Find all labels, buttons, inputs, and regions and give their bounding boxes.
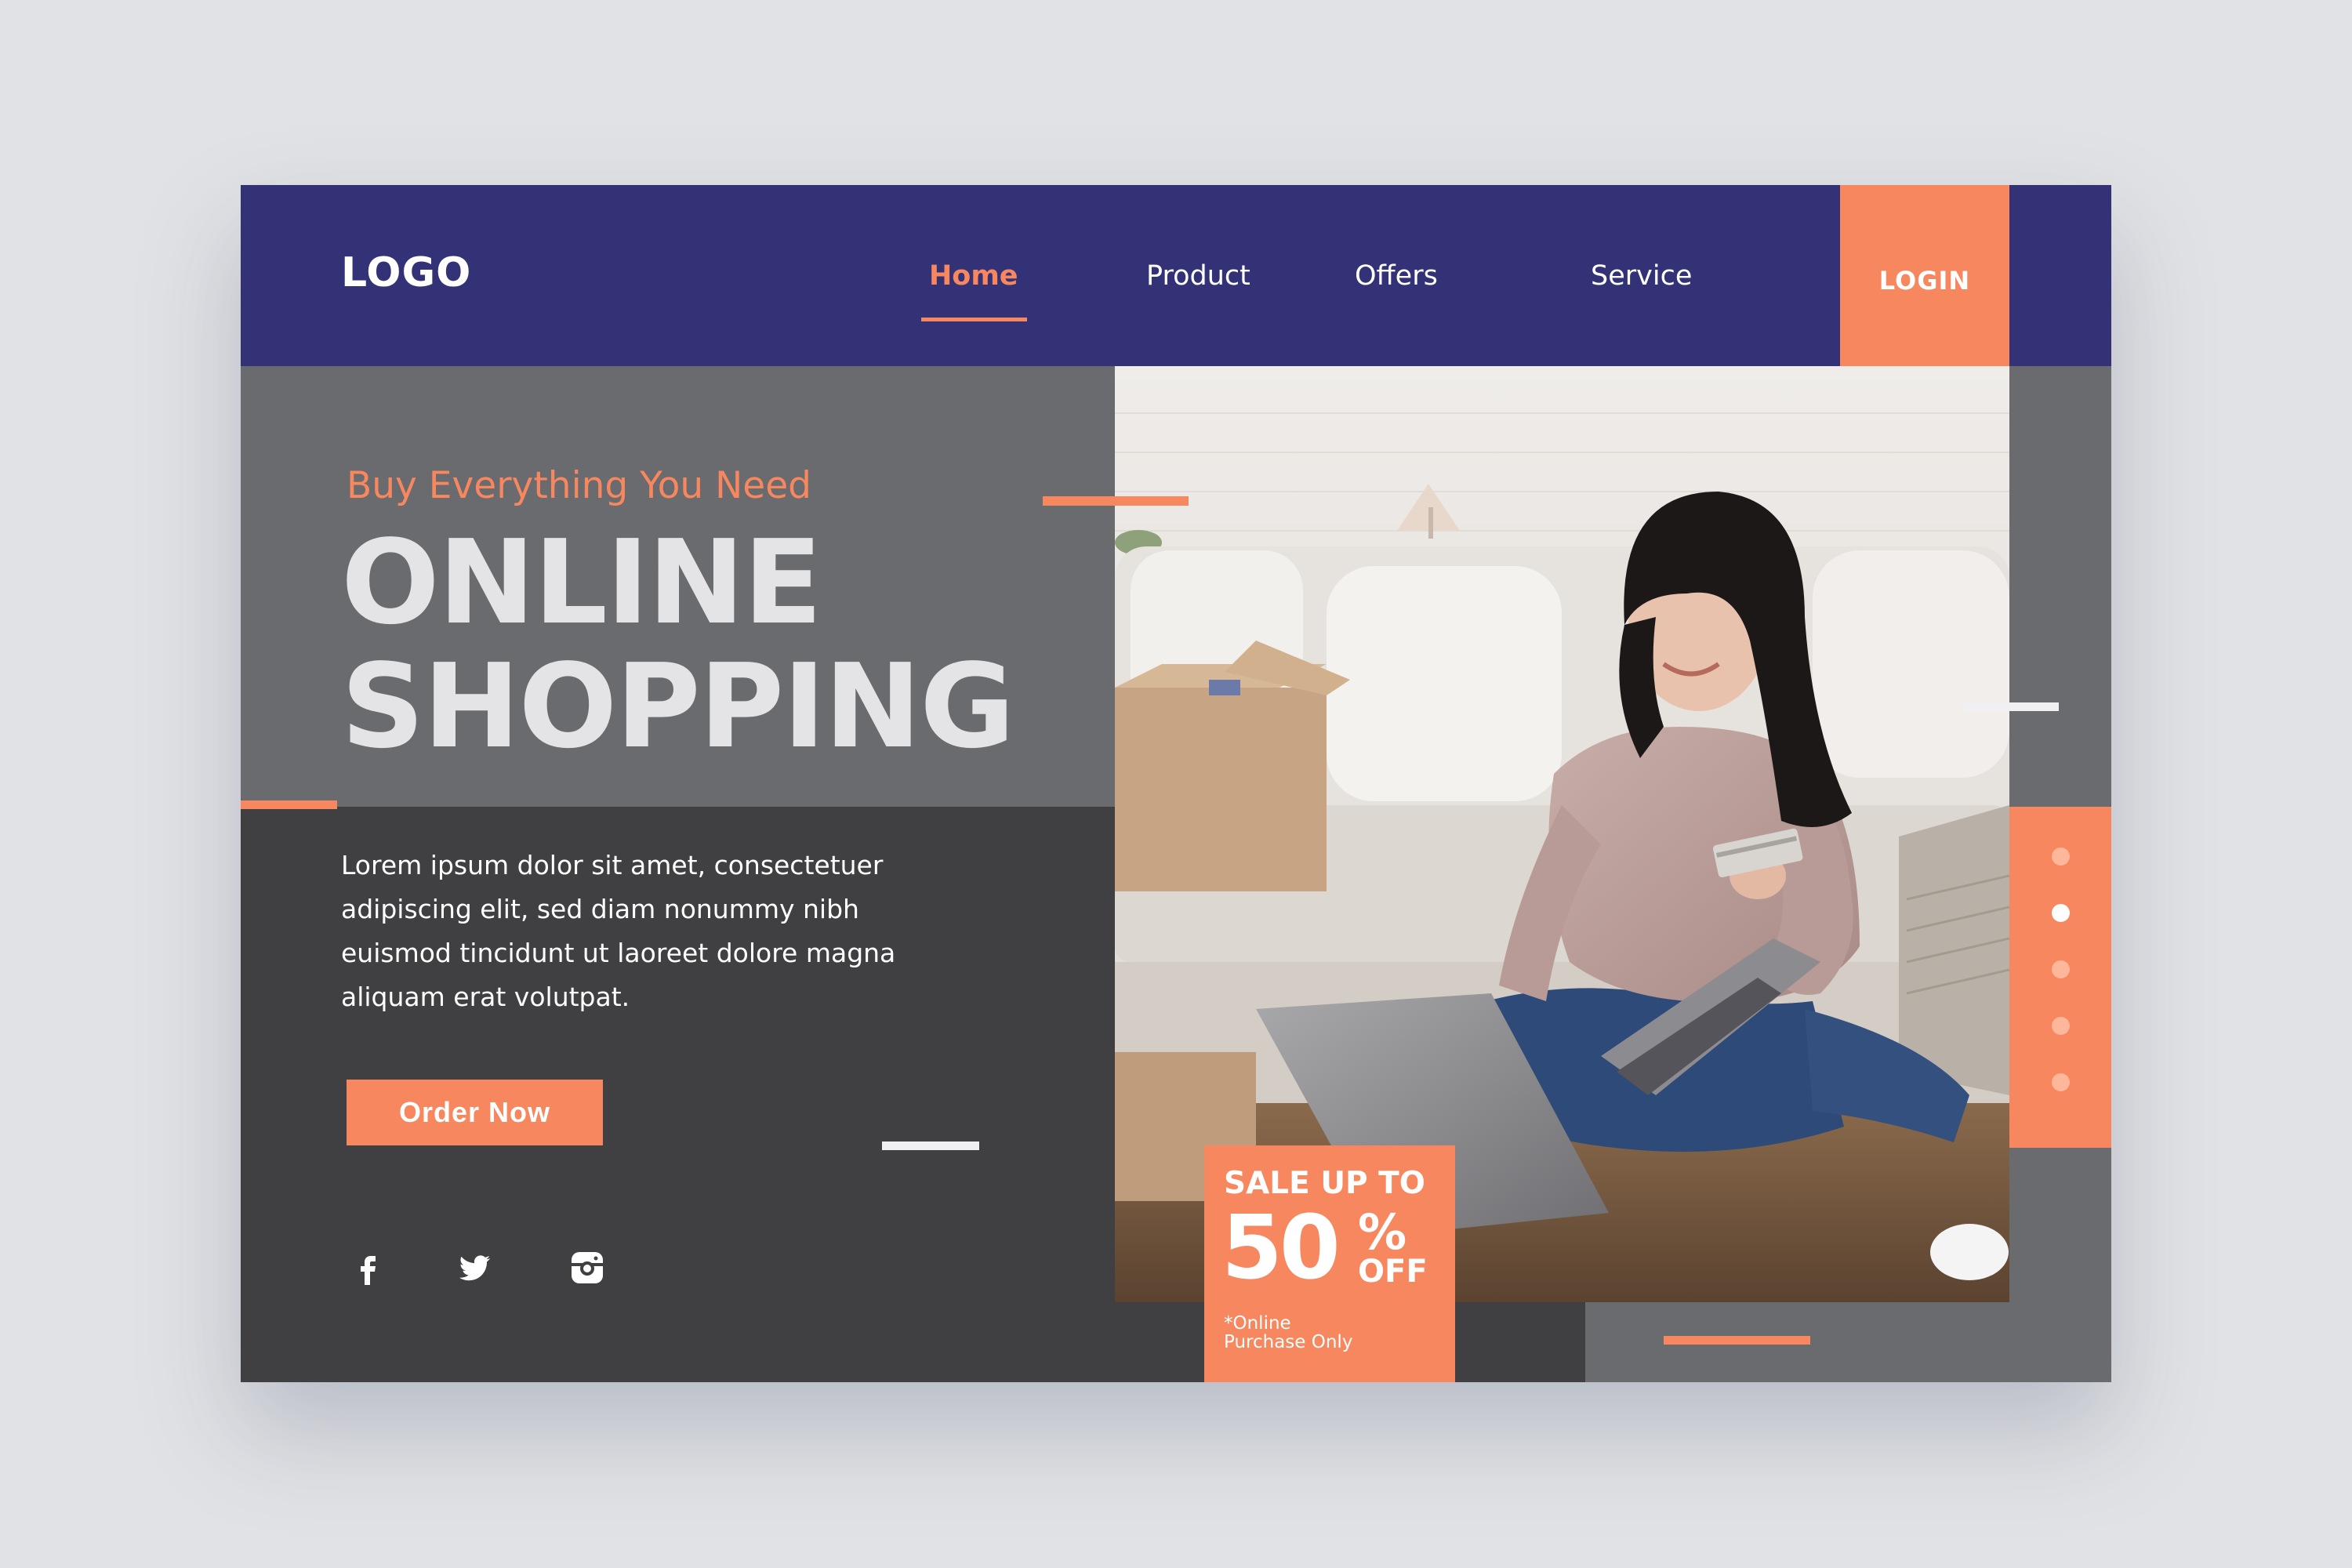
description-line: aliquam erat volutpat. bbox=[341, 982, 630, 1012]
accent-bar bbox=[1962, 702, 2059, 711]
description-line: adipiscing elit, sed diam nonummy nibh bbox=[341, 894, 859, 924]
pager-dot[interactable] bbox=[2052, 848, 2070, 866]
logo[interactable]: LOGO bbox=[341, 249, 471, 296]
hero-title: ONLINE SHOPPING bbox=[341, 515, 1015, 774]
instagram-icon[interactable] bbox=[569, 1250, 605, 1286]
sale-headline: SALE UP TO bbox=[1224, 1166, 1425, 1201]
accent-bar bbox=[241, 800, 337, 809]
nav-item-home[interactable]: Home bbox=[929, 260, 1018, 292]
description-line: Lorem ipsum dolor sit amet, consectetuer bbox=[341, 850, 884, 880]
twitter-icon[interactable] bbox=[457, 1250, 493, 1286]
sale-badge: SALE UP TO 50 % OFF *Online Purchase Onl… bbox=[1204, 1145, 1455, 1382]
hero-title-line1: ONLINE bbox=[341, 515, 822, 650]
pager-dot[interactable] bbox=[2052, 1073, 2070, 1091]
login-button[interactable]: LOGIN bbox=[1840, 185, 2009, 366]
accent-bar bbox=[1043, 496, 1189, 506]
nav-active-underline bbox=[921, 318, 1027, 321]
sale-note-line1: *Online bbox=[1224, 1313, 1291, 1334]
sale-number: 50 bbox=[1221, 1197, 1341, 1299]
nav-item-service[interactable]: Service bbox=[1591, 260, 1692, 292]
pager-dot[interactable] bbox=[2052, 960, 2070, 978]
description-line: euismod tincidunt ut laoreet dolore magn… bbox=[341, 938, 896, 968]
facebook-icon[interactable] bbox=[350, 1250, 387, 1286]
landing-page-card: LOGO Home Product Offers Service LOGIN B… bbox=[241, 185, 2111, 1382]
hero-title-line2: SHOPPING bbox=[341, 639, 1015, 774]
slide-pager bbox=[2009, 807, 2111, 1148]
pager-dot-active[interactable] bbox=[2052, 904, 2070, 922]
accent-bar bbox=[882, 1142, 979, 1150]
hero-subtitle: Buy Everything You Need bbox=[347, 464, 811, 507]
sale-off: OFF bbox=[1358, 1254, 1428, 1290]
pager-dot[interactable] bbox=[2052, 1017, 2070, 1035]
hero-description: Lorem ipsum dolor sit amet, consectetuer… bbox=[341, 844, 960, 1019]
sale-percent: % bbox=[1358, 1203, 1407, 1261]
accent-bar bbox=[1664, 1336, 1810, 1345]
sale-note: *Online Purchase Only bbox=[1224, 1314, 1443, 1352]
nav-item-offers[interactable]: Offers bbox=[1355, 260, 1438, 292]
sale-note-line2: Purchase Only bbox=[1224, 1332, 1353, 1352]
nav-item-product[interactable]: Product bbox=[1146, 260, 1250, 292]
order-now-button[interactable]: Order Now bbox=[347, 1080, 603, 1145]
